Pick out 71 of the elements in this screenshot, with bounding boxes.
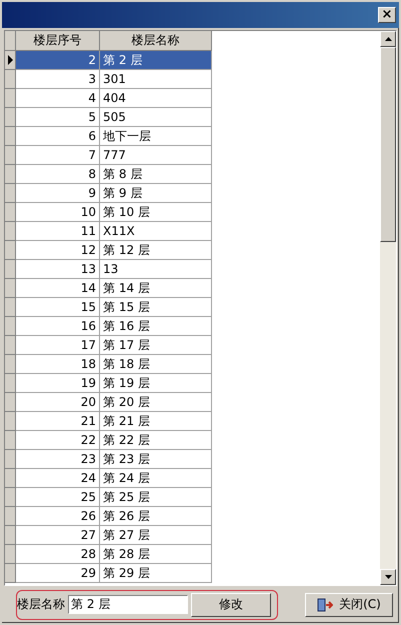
table-cell: 第 26 层 (100, 507, 212, 526)
table-cell: 7 (16, 146, 100, 165)
table-cell: 27 (16, 526, 100, 545)
table-cell: 15 (16, 298, 100, 317)
table-cell: 地下一层 (100, 127, 212, 146)
table-cell: 第 9 层 (100, 184, 212, 203)
table-cell: 第 18 层 (100, 355, 212, 374)
scroll-up-button[interactable] (380, 31, 396, 47)
table-cell: 8 (16, 165, 100, 184)
table-cell: 19 (16, 374, 100, 393)
table-cell: 第 12 层 (100, 241, 212, 260)
table-cell: 11 (16, 222, 100, 241)
table-cell: 24 (16, 469, 100, 488)
table-cell: 777 (100, 146, 212, 165)
scrollbar[interactable] (380, 31, 396, 585)
table-cell: 28 (16, 545, 100, 564)
scroll-down-button[interactable] (380, 569, 396, 585)
up-arrow-icon (384, 37, 392, 41)
down-arrow-icon (384, 575, 392, 579)
table-cell: 404 (100, 89, 212, 108)
table-cell: 13 (100, 260, 212, 279)
table-cell: 18 (16, 355, 100, 374)
table-cell: 3 (16, 70, 100, 89)
table-cell: 第 28 层 (100, 545, 212, 564)
table-cell: 6 (16, 127, 100, 146)
table-cell: 9 (16, 184, 100, 203)
close-button[interactable]: × (378, 7, 396, 23)
table-cell: 13 (16, 260, 100, 279)
column-header[interactable]: 楼层序号 (16, 31, 100, 51)
table-cell: 16 (16, 317, 100, 336)
table-cell: 第 14 层 (100, 279, 212, 298)
row-selector[interactable] (5, 51, 16, 70)
column-header[interactable]: 楼层名称 (100, 31, 212, 51)
table-cell: X11X (100, 222, 212, 241)
table-cell: 第 19 层 (100, 374, 212, 393)
table-cell: 2 (16, 51, 100, 70)
table-cell: 26 (16, 507, 100, 526)
floor-name-field[interactable]: 第 2 层 (68, 595, 188, 614)
table-cell: 第 20 层 (100, 393, 212, 412)
table-cell: 第 27 层 (100, 526, 212, 545)
table-cell: 第 8 层 (100, 165, 212, 184)
modify-button[interactable]: 修改 (191, 592, 271, 616)
close-dialog-button[interactable]: 关闭(C) (305, 592, 393, 616)
table-cell: 10 (16, 203, 100, 222)
table-cell: 第 15 层 (100, 298, 212, 317)
table-cell: 20 (16, 393, 100, 412)
table-cell: 第 23 层 (100, 450, 212, 469)
table-cell: 第 2 层 (100, 51, 212, 70)
table-cell: 25 (16, 488, 100, 507)
table-cell: 14 (16, 279, 100, 298)
table-cell: 23 (16, 450, 100, 469)
scroll-thumb[interactable] (380, 47, 396, 242)
table-cell: 17 (16, 336, 100, 355)
table-cell: 第 22 层 (100, 431, 212, 450)
table-cell: 4 (16, 89, 100, 108)
table-cell: 第 17 层 (100, 336, 212, 355)
table-cell: 第 24 层 (100, 469, 212, 488)
table-cell: 第 25 层 (100, 488, 212, 507)
table-cell: 第 29 层 (100, 564, 212, 583)
table-cell: 505 (100, 108, 212, 127)
table-cell: 22 (16, 431, 100, 450)
field-label: 楼层名称 (17, 596, 65, 613)
table-cell: 29 (16, 564, 100, 583)
table-cell: 第 21 层 (100, 412, 212, 431)
table-cell: 第 16 层 (100, 317, 212, 336)
exit-door-icon (317, 598, 334, 612)
table-cell: 12 (16, 241, 100, 260)
table-cell: 5 (16, 108, 100, 127)
table-cell: 301 (100, 70, 212, 89)
table-cell: 第 10 层 (100, 203, 212, 222)
table-cell: 21 (16, 412, 100, 431)
